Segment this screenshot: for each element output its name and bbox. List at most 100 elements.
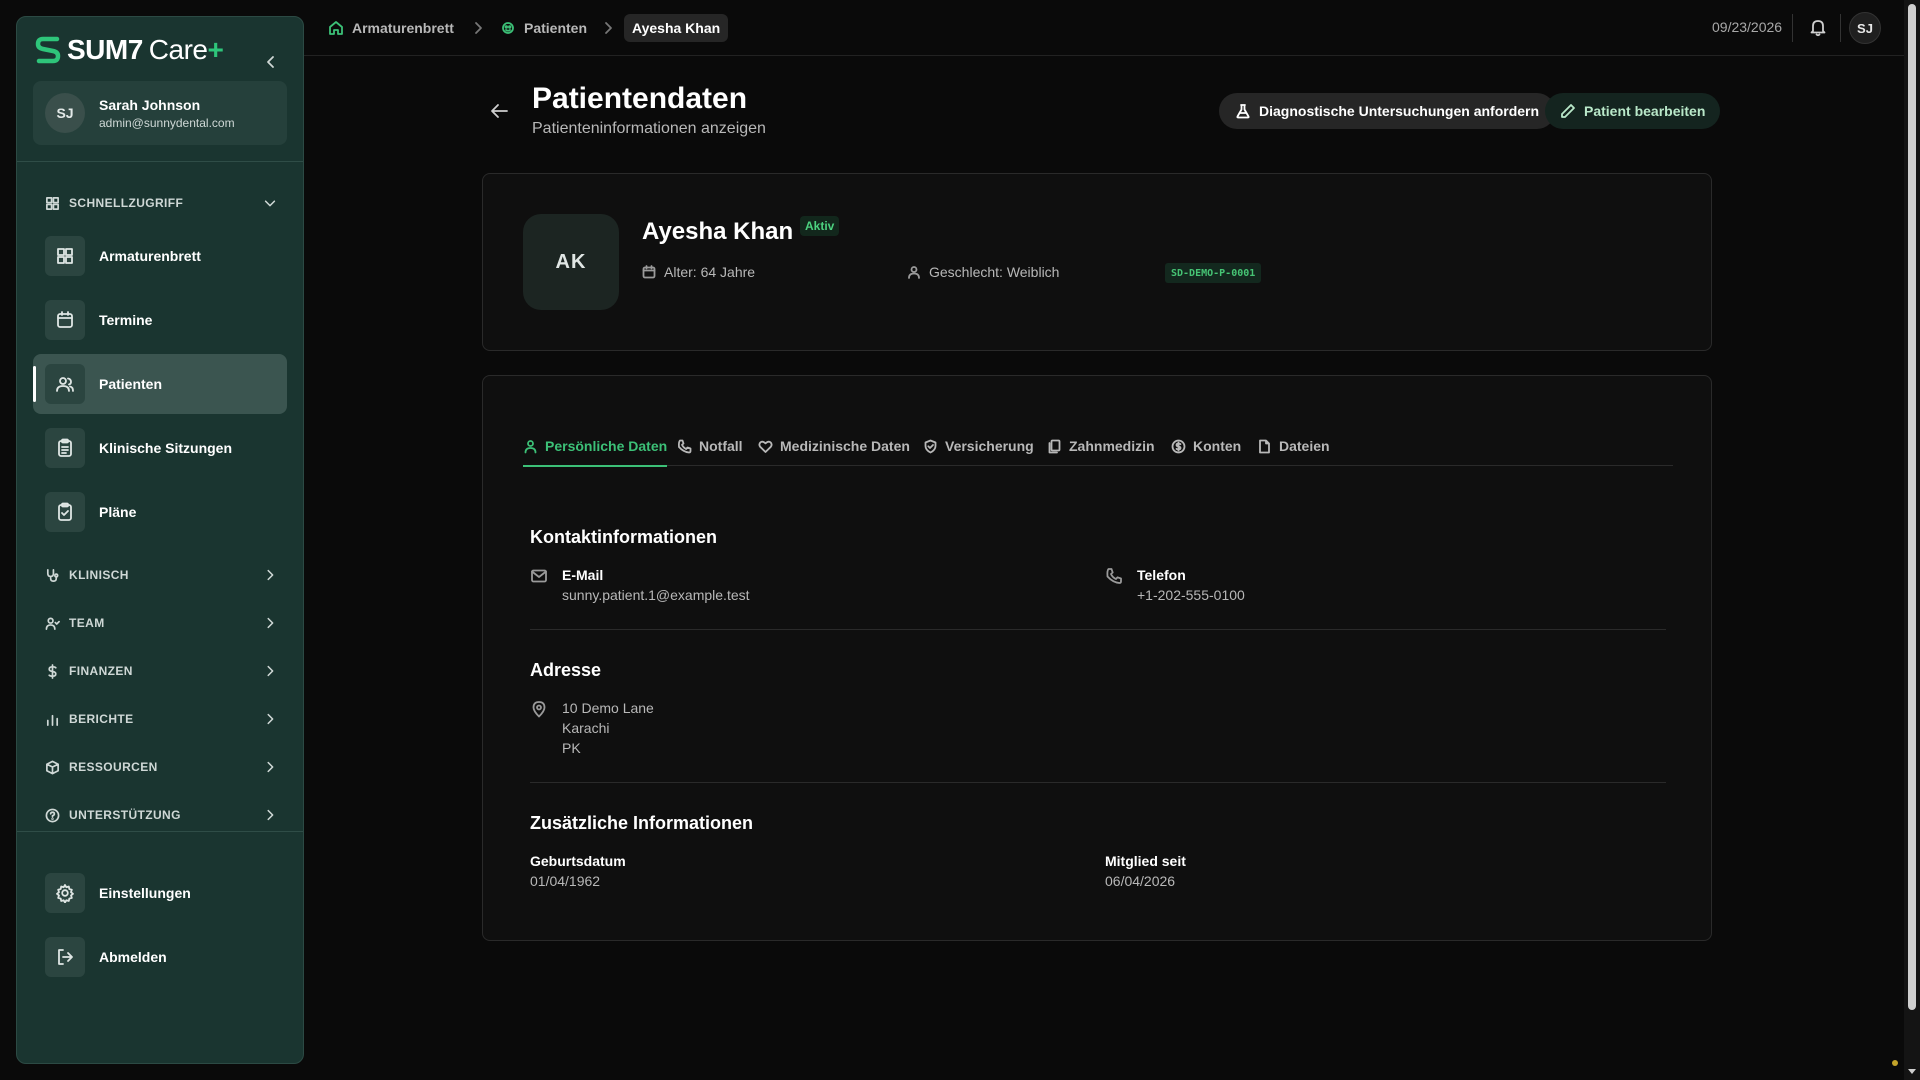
user-email: admin@sunnydental.com <box>99 115 235 130</box>
user-name: Sarah Johnson <box>99 96 201 113</box>
current-date: 09/23/2026 <box>1712 19 1783 35</box>
section-label: FINANZEN <box>69 664 133 678</box>
sidebar-item-label: Abmelden <box>99 949 167 965</box>
sidebar-item-patients[interactable]: Patienten <box>33 354 287 414</box>
patient-avatar: AK <box>523 214 619 310</box>
chevron-right-icon <box>267 713 274 725</box>
section-team[interactable]: TEAM <box>45 614 277 632</box>
tab-label: Zahnmedizin <box>1069 438 1155 454</box>
member-since-value: 06/04/2026 <box>1105 873 1176 889</box>
scrollbar-thumb[interactable] <box>1908 4 1916 1010</box>
sidebar-divider <box>17 161 303 162</box>
logout-icon <box>58 949 73 965</box>
section-support[interactable]: UNTERSTÜTZUNG <box>45 806 277 824</box>
gear-icon <box>56 884 74 903</box>
sidebar-item-label: Armaturenbrett <box>99 248 201 264</box>
tab-files[interactable]: Dateien <box>1257 426 1330 466</box>
section-resources[interactable]: RESSOURCEN <box>45 758 277 776</box>
breadcrumb-home[interactable]: Armaturenbrett <box>328 14 454 42</box>
brand-logo[interactable]: SUM7 Care+ <box>35 33 224 67</box>
section-label: TEAM <box>69 616 105 630</box>
bell-icon[interactable] <box>1808 17 1828 37</box>
top-bar: Armaturenbrett Patienten Ayesha Khan 09/… <box>304 0 1904 56</box>
tab-label: Versicherung <box>945 438 1034 454</box>
page-title: Patientendaten <box>532 82 748 115</box>
patient-id-badge: SD-DEMO-P-0001 <box>1165 263 1262 283</box>
sidebar-item-appointments[interactable]: Termine <box>33 290 287 350</box>
tab-accounts[interactable]: Konten <box>1171 426 1241 466</box>
user-avatar-menu[interactable]: SJ <box>1849 12 1881 44</box>
breadcrumb-patients[interactable]: Patienten <box>500 14 587 42</box>
patient-profile-card: AK Ayesha Khan Aktiv Alter: 64 Jahre Ges… <box>482 173 1712 351</box>
button-label: Patient bearbeiten <box>1584 103 1706 119</box>
sidebar-item-label: Patienten <box>99 376 163 392</box>
dashboard-icon <box>57 248 73 264</box>
email-value[interactable]: sunny.patient.1@example.test <box>562 587 750 603</box>
help-icon <box>45 808 60 822</box>
users-icon <box>56 377 74 392</box>
collapse-sidebar-icon[interactable] <box>263 54 279 70</box>
clipboard-icon <box>58 438 72 457</box>
sidebar-item-dashboard[interactable]: Armaturenbrett <box>33 226 287 286</box>
section-label: RESSOURCEN <box>69 760 158 774</box>
team-icon <box>45 617 60 630</box>
edit-patient-button[interactable]: Patient bearbeiten <box>1545 93 1721 129</box>
phone-icon <box>677 439 692 453</box>
home-icon <box>329 21 343 35</box>
sidebar-item-clinical-sessions[interactable]: Klinische Sitzungen <box>33 418 287 478</box>
tab-dentistry[interactable]: Zahnmedizin <box>1047 426 1155 466</box>
calendar-icon <box>642 265 656 279</box>
chevron-right-icon <box>267 665 274 677</box>
meta-text: Alter: 64 Jahre <box>664 264 756 280</box>
section-label: BERICHTE <box>69 712 134 726</box>
tab-label: Notfall <box>699 438 743 454</box>
bar-chart-icon <box>46 714 59 726</box>
sidebar-item-label: Einstellungen <box>99 885 191 901</box>
scroll-down-icon[interactable] <box>1907 1066 1917 1076</box>
sidebar-item-label: Klinische Sitzungen <box>99 440 233 456</box>
tab-medical-data[interactable]: Medizinische Daten <box>758 426 910 466</box>
topbar-divider <box>1792 14 1793 42</box>
dollar-icon <box>48 663 57 679</box>
section-quick-access[interactable]: SCHNELLZUGRIFF <box>45 194 277 212</box>
section-divider <box>530 782 1666 783</box>
section-finance[interactable]: FINANZEN <box>45 662 277 680</box>
tab-insurance[interactable]: Versicherung <box>923 426 1034 466</box>
page-subtitle: Patienteninformationen anzeigen <box>532 120 766 137</box>
address-city: Karachi <box>562 720 610 736</box>
user-card[interactable]: SJ Sarah Johnson admin@sunnydental.com <box>33 81 287 145</box>
clipboard-check-icon <box>58 502 72 521</box>
phone-icon <box>1106 568 1122 584</box>
address-line: 10 Demo Lane <box>562 700 654 716</box>
section-reports[interactable]: BERICHTE <box>45 710 277 728</box>
mail-icon <box>531 569 547 583</box>
chevron-right-icon <box>267 569 274 581</box>
tab-personal-data[interactable]: Persönliche Daten <box>523 426 668 467</box>
detail-tabs: Persönliche Daten Notfall Medizinische D… <box>523 426 1673 467</box>
section-label: SCHNELLZUGRIFF <box>69 196 184 210</box>
tab-label: Dateien <box>1279 438 1330 454</box>
section-title-contact: Kontaktinformationen <box>530 527 717 547</box>
coin-icon <box>1171 439 1186 453</box>
sidebar: SUM7 Care+ SJ Sarah Johnson admin@sunnyde… <box>16 16 304 1064</box>
request-diagnostics-button[interactable]: Diagnostische Untersuchungen anfordern <box>1219 93 1556 129</box>
section-clinical[interactable]: KLINISCH <box>45 566 277 584</box>
chevron-right-icon <box>267 761 274 773</box>
brand-text: SUM7 Care+ <box>67 34 224 65</box>
avatar: SJ <box>45 93 85 133</box>
dob-label: Geburtsdatum <box>530 853 626 869</box>
section-title-address: Adresse <box>530 660 602 680</box>
patient-age: Alter: 64 Jahre <box>642 264 755 280</box>
sidebar-item-logout[interactable]: Abmelden <box>33 927 287 987</box>
sidebar-item-plans[interactable]: Pläne <box>33 482 287 542</box>
phone-value[interactable]: +1-202-555-0100 <box>1137 587 1245 603</box>
breadcrumb-current[interactable]: Ayesha Khan <box>624 14 729 42</box>
tab-emergency[interactable]: Notfall <box>677 426 743 466</box>
files-icon <box>1048 439 1061 453</box>
sidebar-item-settings[interactable]: Einstellungen <box>33 863 287 923</box>
sidebar-divider <box>17 831 303 832</box>
section-divider <box>530 629 1666 630</box>
back-arrow-icon[interactable] <box>488 100 510 122</box>
page-scrollbar[interactable] <box>1904 0 1920 1080</box>
address-country: PK <box>562 740 581 756</box>
